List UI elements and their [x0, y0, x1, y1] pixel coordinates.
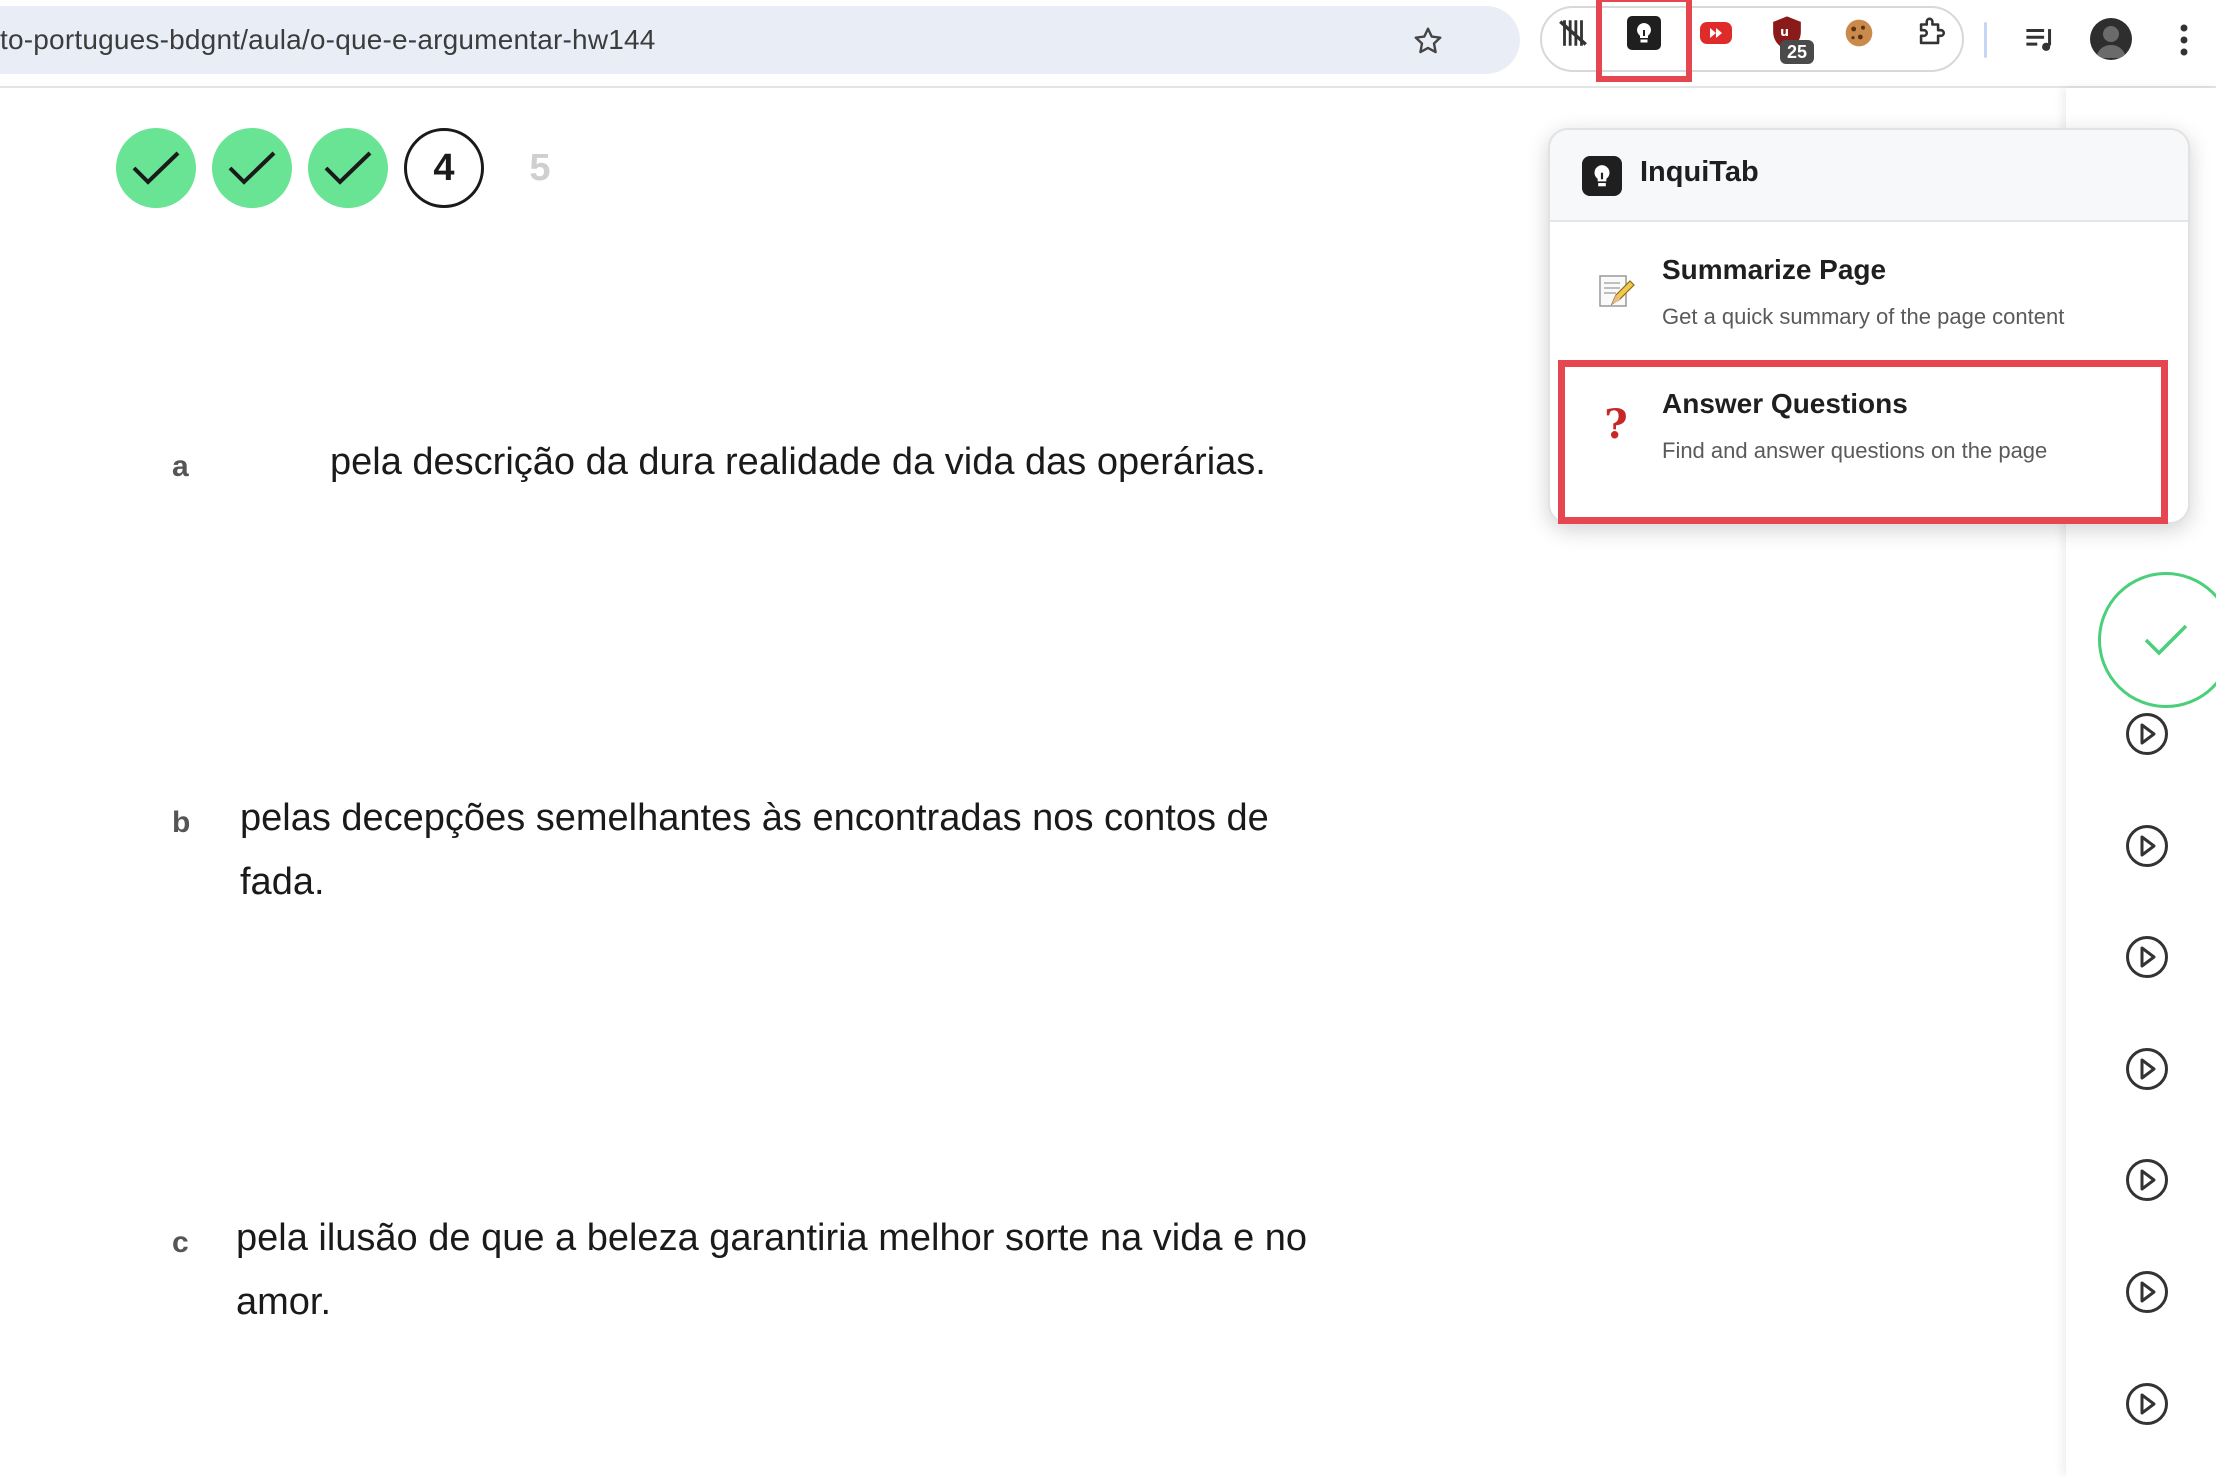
option-text-line-1: pelas decepções semelhantes às encontrad…: [240, 797, 1269, 839]
menu-item-title: Answer Questions: [1662, 388, 1908, 419]
option-letter: a: [172, 450, 189, 483]
puzzle-icon[interactable]: [1912, 14, 1950, 52]
check-icon: [2144, 624, 2188, 656]
extension-highlight: [1596, 0, 1692, 82]
popup-title: InquiTab: [1640, 156, 1759, 188]
step-3-complete[interactable]: [308, 128, 388, 208]
menu-item-title: Summarize Page: [1662, 254, 1887, 285]
popup-header: InquiTab: [1550, 130, 2188, 222]
option-text-line-2: amor.: [236, 1281, 332, 1323]
play-icon[interactable]: [2125, 1158, 2169, 1202]
browser-toolbar: to-portugues-bdgnt/aula/o-que-e-argument…: [0, 0, 2216, 88]
play-icon[interactable]: [2125, 1270, 2169, 1314]
menu-item-description: Find and answer questions on the page: [1662, 438, 2048, 463]
cookie-icon[interactable]: [1840, 14, 1878, 52]
play-icon[interactable]: [2125, 1382, 2169, 1426]
menu-item-description: Get a quick summary of the page content: [1662, 304, 2065, 329]
option-c[interactable]: c pela ilusão de que a beleza garantiria…: [160, 1206, 1340, 1346]
step-1-complete[interactable]: [116, 128, 196, 208]
option-a[interactable]: a pela descrição da dura realidade da vi…: [160, 430, 1340, 510]
svg-text:u: u: [1780, 24, 1789, 39]
play-icon[interactable]: [2125, 1047, 2169, 1091]
answer-questions-item[interactable]: ? Answer Questions Find and answer quest…: [1550, 356, 2188, 486]
option-text-line-2: fada.: [240, 861, 325, 903]
step-2-complete[interactable]: [212, 128, 292, 208]
check-icon: [324, 151, 372, 185]
youtube-icon[interactable]: [1697, 14, 1735, 52]
step-5[interactable]: 5: [500, 128, 580, 208]
inquitab-popup: InquiTab Summarize Page Get a quick summ…: [1548, 128, 2190, 524]
option-text-line-1: pela ilusão de que a beleza garantiria m…: [236, 1217, 1308, 1259]
profile-avatar[interactable]: [2090, 18, 2132, 60]
url-text[interactable]: to-portugues-bdgnt/aula/o-que-e-argument…: [0, 6, 656, 74]
play-icon[interactable]: [2125, 824, 2169, 868]
memo-icon: [1594, 268, 1638, 312]
ublock-badge: 25: [1780, 40, 1814, 64]
media-control-icon[interactable]: [2018, 18, 2062, 62]
step-4-current[interactable]: 4: [404, 128, 484, 208]
inquitab-logo-icon: [1582, 156, 1622, 196]
option-letter: b: [172, 806, 191, 839]
address-bar[interactable]: to-portugues-bdgnt/aula/o-que-e-argument…: [0, 6, 1520, 74]
option-letter: c: [172, 1226, 189, 1259]
option-b[interactable]: b pelas decepções semelhantes às encontr…: [160, 786, 1340, 926]
bookmark-star-icon[interactable]: [1412, 25, 1444, 57]
toolbar-separator: [1984, 22, 1987, 58]
question-mark-icon: ?: [1604, 400, 1628, 448]
check-icon: [132, 151, 180, 185]
browser-menu-icon[interactable]: [2162, 18, 2206, 62]
summarize-page-item[interactable]: Summarize Page Get a quick summary of th…: [1550, 222, 2188, 352]
play-icon[interactable]: [2125, 935, 2169, 979]
no-ads-icon[interactable]: [1554, 14, 1592, 52]
check-icon: [228, 151, 276, 185]
option-text: pela descrição da dura realidade da vida…: [330, 441, 1266, 483]
play-icon[interactable]: [2125, 712, 2169, 756]
